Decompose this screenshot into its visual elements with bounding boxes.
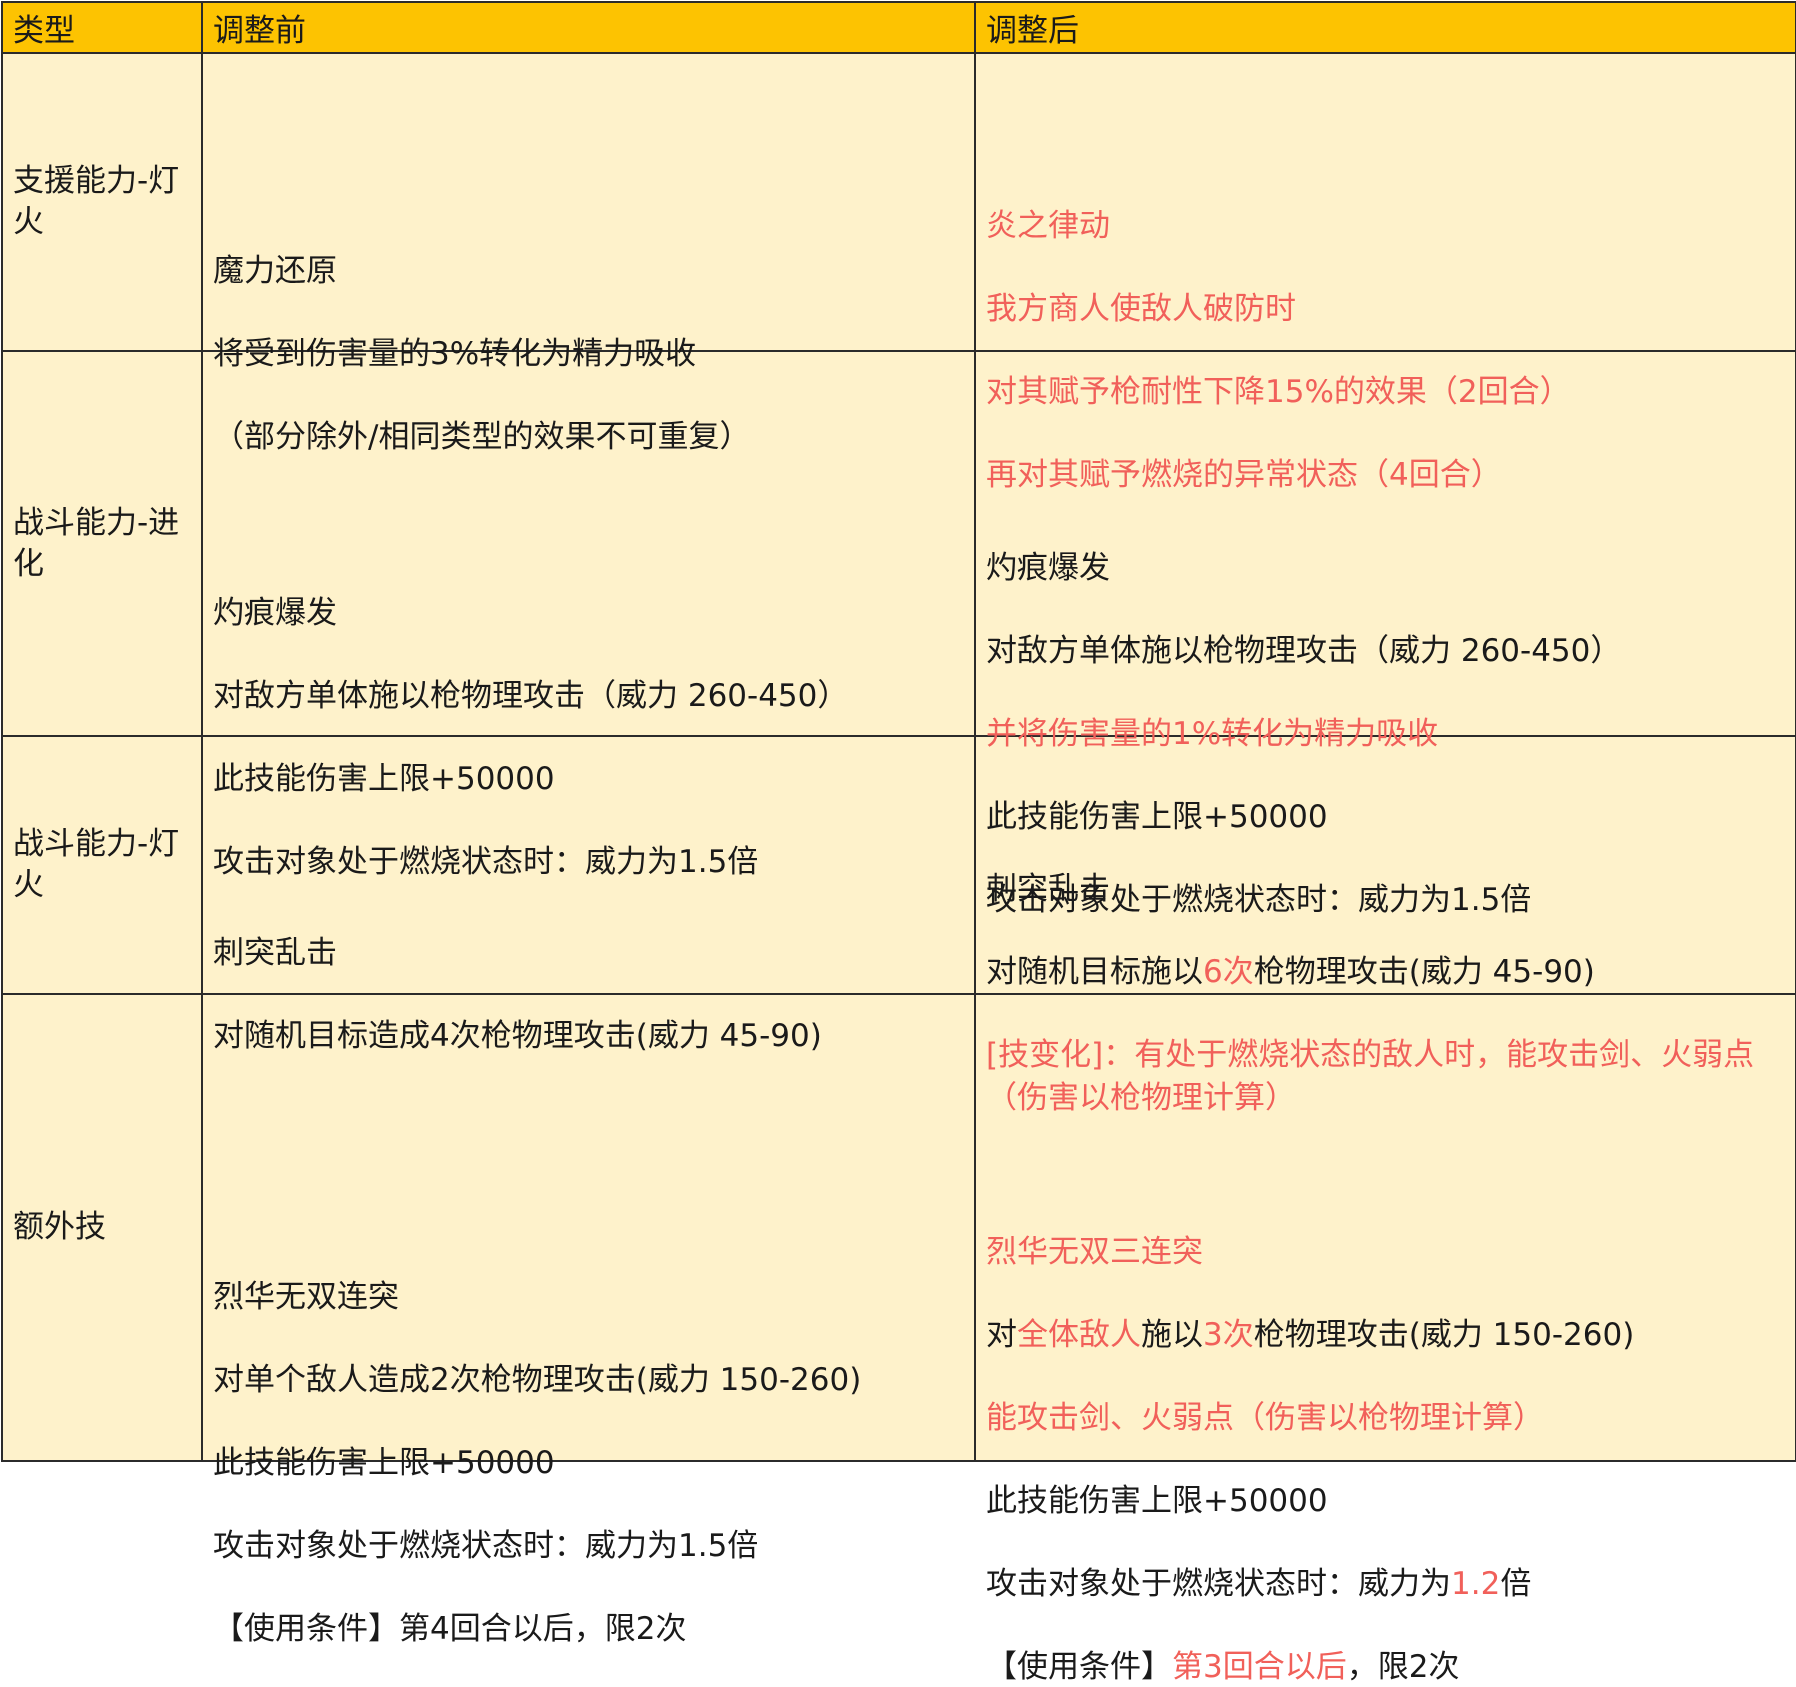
after-line: 刺突乱击 — [986, 869, 1110, 909]
after-cell: 炎之律动我方商人使敌人破防时对其赋予枪耐性下降15%的效果（2回合） 再对其赋予燃… — [974, 52, 1796, 493]
before-cell: 灼痕爆发对敌方单体施以枪物理攻击（威力 260-450） 此技能伤害上限+5000… — [201, 350, 976, 880]
before-line: 对随机目标造成4次枪物理攻击(威力 45-90) — [213, 1018, 822, 1054]
after-line: （伤害以枪物理计算） — [986, 1078, 1296, 1118]
after-line: 灼痕爆发 — [986, 548, 1110, 588]
text-segment: 施以 — [1141, 1316, 1203, 1353]
header-row: 类型 调整前 调整后 — [1, 1, 1796, 54]
before-line: 此技能伤害上限+50000 — [213, 760, 555, 797]
text-segment: 枪物理攻击(威力 45-90) — [1253, 954, 1595, 990]
highlighted-text: 我方商人使敌人破防时 — [986, 291, 1296, 327]
before-line: 烈华无双连突 — [213, 1278, 399, 1315]
text-segment: 倍 — [1500, 1565, 1532, 1602]
after-line: 烈华无双三连突 — [986, 1232, 1203, 1272]
before-line: 【使用条件】第4回合以后，限2次 — [213, 1610, 687, 1647]
after-line: 再对其赋予燃烧的异常状态（4回合） — [986, 455, 1502, 495]
highlighted-text: （伤害以枪物理计算） — [986, 1080, 1296, 1116]
text-segment: 此技能伤害上限+50000 — [986, 1482, 1328, 1519]
highlighted-text: [技变化]：有处于燃烧状态的敌人时，能攻击剑、火弱点 — [986, 1037, 1755, 1073]
after-line: 炎之律动 — [986, 206, 1110, 246]
text-segment: 攻击对象处于燃烧状态时：威力为 — [986, 1565, 1451, 1602]
after-line: 对敌方单体施以枪物理攻击（威力 260-450） — [986, 631, 1621, 671]
text-segment: 枪物理攻击(威力 150-260) — [1253, 1316, 1635, 1353]
before-line: 刺突乱击 — [213, 935, 337, 971]
after-line: 我方商人使敌人破防时 — [986, 289, 1296, 329]
highlighted-text: 烈华无双三连突 — [986, 1233, 1203, 1270]
highlighted-text: 能攻击剑、火弱点（伤害以枪物理计算） — [986, 1399, 1544, 1436]
after-line: 【使用条件】第3回合以后，限2次 — [986, 1647, 1459, 1687]
header-type: 类型 — [1, 1, 203, 54]
type-cell: 支援能力-灯火 — [1, 52, 203, 352]
highlighted-text: 全体敌人 — [1017, 1316, 1141, 1353]
after-line: 对全体敌人施以3次枪物理攻击(威力 150-260) — [986, 1315, 1634, 1355]
highlighted-text: 对其赋予枪耐性下降15%的效果（2回合） — [986, 374, 1571, 410]
before-line: 将受到伤害量的3%转化为精力吸收 — [213, 336, 697, 372]
before-line: 攻击对象处于燃烧状态时：威力为1.5倍 — [213, 1527, 759, 1564]
before-line: 对敌方单体施以枪物理攻击（威力 260-450） — [213, 677, 849, 714]
highlighted-text: 3次 — [1203, 1316, 1254, 1353]
text-segment: 对 — [986, 1316, 1017, 1353]
text-segment: 对敌方单体施以枪物理攻击（威力 260-450） — [986, 632, 1622, 669]
highlighted-text: 并将伤害量的1%转化为精力吸收 — [986, 715, 1439, 752]
highlighted-text: 第3回合以后 — [1172, 1648, 1347, 1685]
after-line: 并将伤害量的1%转化为精力吸收 — [986, 714, 1438, 754]
before-line: 对单个敌人造成2次枪物理攻击(威力 150-260) — [213, 1361, 862, 1398]
text-segment: 【使用条件】 — [986, 1648, 1172, 1685]
text-segment: 此技能伤害上限+50000 — [986, 798, 1328, 835]
type-cell: 战斗能力-灯火 — [1, 735, 203, 995]
highlighted-text: 再对其赋予燃烧的异常状态（4回合） — [986, 457, 1502, 493]
after-cell: 刺突乱击对随机目标施以6次枪物理攻击(威力 45-90) [技变化]：有处于燃烧状… — [974, 735, 1796, 1116]
header-after: 调整后 — [974, 1, 1796, 54]
text-segment: 刺突乱击 — [986, 871, 1110, 907]
before-line: 此技能伤害上限+50000 — [213, 1444, 555, 1481]
table-row: 支援能力-灯火 魔力还原将受到伤害量的3%转化为精力吸收 （部分除外/相同类型的效… — [1, 52, 1796, 493]
before-line: 魔力还原 — [213, 253, 337, 289]
text-segment: 灼痕爆发 — [986, 549, 1110, 586]
skill-adjustment-table: 类型 调整前 调整后 支援能力-灯火 魔力还原将受到伤害量的3%转化为精力吸收 （… — [1, 1, 1796, 1685]
before-cell: 烈华无双连突对单个敌人造成2次枪物理攻击(威力 150-260) 此技能伤害上限+… — [201, 993, 976, 1647]
after-line: 攻击对象处于燃烧状态时：威力为1.2倍 — [986, 1564, 1531, 1604]
before-line: （部分除外/相同类型的效果不可重复） — [213, 419, 751, 455]
after-line: [技变化]：有处于燃烧状态的敌人时，能攻击剑、火弱点 — [986, 1035, 1754, 1075]
text-segment: 对随机目标施以 — [986, 954, 1203, 990]
text-segment: ，限2次 — [1346, 1648, 1460, 1685]
before-line: 灼痕爆发 — [213, 594, 337, 631]
before-line: 攻击对象处于燃烧状态时：威力为1.5倍 — [213, 843, 759, 880]
after-line: 对随机目标施以6次枪物理攻击(威力 45-90) — [986, 952, 1595, 992]
after-line: 能攻击剑、火弱点（伤害以枪物理计算） — [986, 1398, 1544, 1438]
type-cell: 战斗能力-进化 — [1, 350, 203, 737]
after-line: 此技能伤害上限+50000 — [986, 797, 1328, 837]
after-line: 对其赋予枪耐性下降15%的效果（2回合） — [986, 372, 1571, 412]
highlighted-text: 6次 — [1203, 954, 1254, 990]
header-before: 调整前 — [201, 1, 976, 54]
before-cell: 魔力还原将受到伤害量的3%转化为精力吸收 （部分除外/相同类型的效果不可重复） — [201, 52, 976, 455]
type-cell: 额外技 — [1, 993, 203, 1462]
after-line: 此技能伤害上限+50000 — [986, 1481, 1328, 1521]
highlighted-text: 1.2 — [1451, 1565, 1501, 1602]
highlighted-text: 炎之律动 — [986, 208, 1110, 244]
